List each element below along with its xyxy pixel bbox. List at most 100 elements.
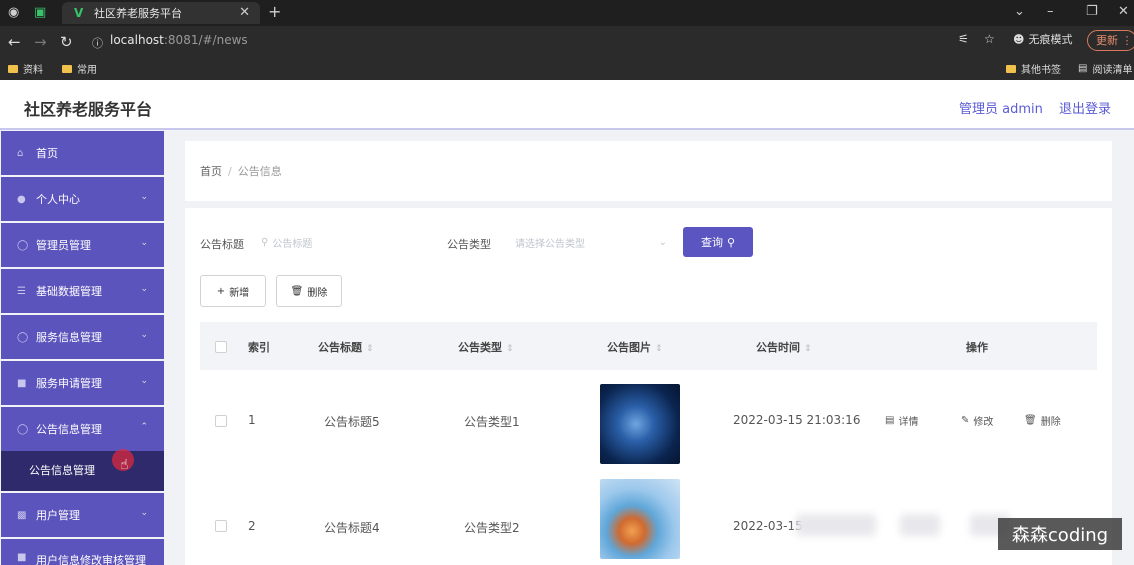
sidebar-item-users[interactable]: ▩ 用户管理 ⌄ xyxy=(1,493,164,537)
forward-icon[interactable]: → xyxy=(34,33,47,51)
admin-label: 管理员 admin xyxy=(959,102,1043,117)
bookmark-star-icon[interactable]: ☆ xyxy=(984,32,995,46)
update-button[interactable]: 更新 ⋮ xyxy=(1087,30,1134,51)
row-type: 公告类型2 xyxy=(464,521,520,535)
select-all-checkbox[interactable] xyxy=(215,341,227,353)
sidebar-item-home[interactable]: ⌂ 首页 xyxy=(1,131,164,175)
tab-title: 社区养老服务平台 xyxy=(94,7,182,20)
sidebar-item-label: 个人中心 xyxy=(36,193,80,206)
notice-image[interactable] xyxy=(600,479,680,559)
reading-list[interactable]: ▤ 阅读清单 xyxy=(1078,61,1132,76)
close-tab-icon[interactable]: ✕ xyxy=(239,5,250,20)
sidebar-item-basic-data[interactable]: ☰ 基础数据管理 ⌄ xyxy=(1,269,164,313)
tab-search-icon[interactable]: ⌄ xyxy=(1014,4,1025,19)
sidebar-item-user-audit[interactable]: ■ 用户信息修改审核管理 xyxy=(1,539,164,565)
col-time[interactable]: 公告时间 ⇕ xyxy=(756,339,812,355)
watermark: 森森coding xyxy=(998,518,1122,550)
app-title: 社区养老服务平台 xyxy=(24,100,153,119)
sidebar-item-label: 服务申请管理 xyxy=(36,377,102,390)
admin-icon: ◯ xyxy=(17,239,29,251)
blurred-region xyxy=(900,514,940,536)
folder-icon xyxy=(62,64,72,73)
title-placeholder: 公告标题 xyxy=(272,238,313,250)
row-index: 1 xyxy=(248,413,256,427)
col-title[interactable]: 公告标题 ⇕ xyxy=(318,339,374,355)
sidebar-item-personal[interactable]: ● 个人中心 ⌄ xyxy=(1,177,164,221)
bookmark-label: 阅读清单 xyxy=(1092,65,1133,76)
bookmark-folder-1[interactable]: 资料 xyxy=(8,61,43,76)
update-label: 更新 xyxy=(1096,34,1118,47)
apply-icon: ■ xyxy=(17,377,27,389)
other-bookmarks[interactable]: 其他书签 xyxy=(1006,61,1061,76)
browser-address-bar: ← → ↻ ⓘ localhost:8081/#/news ⚟ ☆ ☻ 无痕模式… xyxy=(0,26,1134,56)
bookmark-label: 其他书签 xyxy=(1021,65,1061,76)
sort-icon: ⇕ xyxy=(655,344,663,354)
add-button[interactable]: + 新增 xyxy=(200,275,266,307)
type-select[interactable]: 请选择公告类型 ⌄ xyxy=(515,228,667,256)
search-button[interactable]: 查询 ⚲ xyxy=(683,227,753,257)
row-time: 2022-03-15 xyxy=(733,519,803,533)
edit-label: 修改 xyxy=(973,416,994,428)
sidebar-item-service-apply[interactable]: ■ 服务申请管理 ⌄ xyxy=(1,361,164,405)
sidebar-item-notice[interactable]: ◯ 公告信息管理 ⌃ xyxy=(1,407,164,451)
detail-label: 详情 xyxy=(898,416,919,428)
globe-icon[interactable]: ◉ xyxy=(8,5,19,20)
search-button-label: 查询 xyxy=(700,236,723,249)
reload-icon[interactable]: ↻ xyxy=(60,33,73,51)
edit-button[interactable]: ✎ 修改 xyxy=(961,408,993,432)
key-icon[interactable]: ⚟ xyxy=(958,32,969,46)
sidebar-subitem-notice-info[interactable]: 公告信息管理 xyxy=(1,451,164,491)
detail-button[interactable]: ▤ 详情 xyxy=(885,408,918,432)
chevron-down-icon: ⌄ xyxy=(140,192,148,202)
user-icon: ● xyxy=(17,193,26,205)
sort-icon: ⇕ xyxy=(366,344,374,354)
audit-icon: ■ xyxy=(17,552,27,563)
row-delete-button[interactable]: 🗑 删除 xyxy=(1024,408,1061,432)
close-window-icon[interactable]: ✕ xyxy=(1118,4,1129,19)
url-field[interactable]: localhost:8081/#/news xyxy=(110,33,248,47)
col-type[interactable]: 公告类型 ⇕ xyxy=(458,339,514,355)
title-search-input[interactable]: ⚲ 公告标题 xyxy=(261,228,421,256)
url-host: localhost xyxy=(110,33,164,47)
notice-image[interactable] xyxy=(600,384,680,464)
sidebar-item-label: 首页 xyxy=(36,147,58,160)
app-favicon-icon[interactable]: ▣ xyxy=(34,5,46,20)
col-actions: 操作 xyxy=(966,341,988,354)
bookmark-folder-2[interactable]: 常用 xyxy=(62,61,97,76)
sidebar-item-admin[interactable]: ◯ 管理员管理 ⌄ xyxy=(1,223,164,267)
breadcrumb-separator: / xyxy=(228,165,232,178)
row-checkbox[interactable] xyxy=(215,520,227,532)
table-header: 索引 公告标题 ⇕ 公告类型 ⇕ 公告图片 ⇕ 公告时间 ⇕ 操作 xyxy=(200,322,1097,370)
table-row: 2 公告标题4 公告类型2 2022-03-15 xyxy=(200,474,1097,565)
folder-icon xyxy=(8,64,18,73)
app-header: 社区养老服务平台 管理员 admin 退出登录 xyxy=(0,80,1134,130)
incognito-indicator[interactable]: ☻ 无痕模式 xyxy=(1013,31,1072,47)
title-filter-label: 公告标题 xyxy=(200,238,244,251)
logout-link[interactable]: 退出登录 xyxy=(1059,98,1111,117)
new-tab-icon[interactable]: + xyxy=(268,2,281,21)
browser-tab-active[interactable]: V 社区养老服务平台 ✕ xyxy=(62,2,260,24)
breadcrumb-panel: 首页 / 公告信息 xyxy=(185,141,1112,201)
minimize-icon[interactable]: – xyxy=(1047,4,1054,19)
bookmarks-bar: 资料 常用 其他书签 ▤ 阅读清单 xyxy=(0,56,1134,80)
site-info-icon[interactable]: ⓘ xyxy=(92,35,103,51)
plus-icon: + xyxy=(216,285,226,297)
sidebar-item-service-info[interactable]: ◯ 服务信息管理 ⌄ xyxy=(1,315,164,359)
col-time-label: 公告时间 xyxy=(756,341,800,354)
breadcrumb-home[interactable]: 首页 xyxy=(200,165,222,178)
delete-button[interactable]: 🗑 删除 xyxy=(276,275,342,307)
back-icon[interactable]: ← xyxy=(8,33,21,51)
sidebar-item-label: 用户管理 xyxy=(36,509,80,522)
restore-icon[interactable]: ❐ xyxy=(1086,4,1098,19)
col-image[interactable]: 公告图片 ⇕ xyxy=(607,339,663,355)
chevron-up-icon: ⌃ xyxy=(140,422,148,432)
search-icon: ⚲ xyxy=(726,235,736,249)
sort-icon: ⇕ xyxy=(506,344,514,354)
reading-list-icon: ▤ xyxy=(1078,63,1088,74)
breadcrumb-current: 公告信息 xyxy=(237,165,282,178)
row-checkbox[interactable] xyxy=(215,415,227,427)
trash-icon: 🗑 xyxy=(1024,414,1037,426)
sidebar-item-label: 公告信息管理 xyxy=(36,423,102,436)
chevron-down-icon: ⌄ xyxy=(140,284,148,294)
search-icon: ⚲ xyxy=(261,236,269,248)
